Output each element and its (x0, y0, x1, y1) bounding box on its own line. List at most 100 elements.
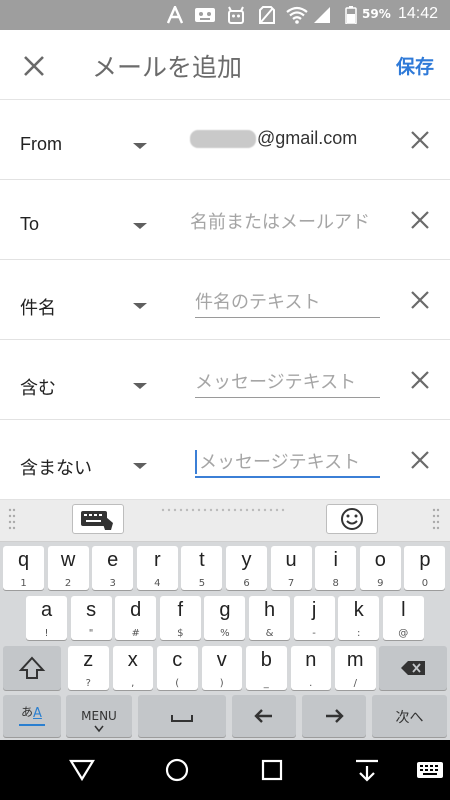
contains-input[interactable]: メッセージテキスト (195, 368, 380, 398)
to-label: To (20, 214, 40, 234)
right-drag-handle-icon[interactable] (432, 506, 440, 536)
key-g[interactable]: g% (204, 596, 246, 640)
key-x[interactable]: x, (112, 646, 153, 690)
key-label: z (83, 649, 94, 671)
shift-key[interactable] (3, 646, 61, 690)
key-s[interactable]: s " (70, 596, 112, 640)
key-sublabel: 3 (109, 578, 116, 589)
not-contains-clear-icon[interactable] (410, 450, 430, 470)
keyboard-icon[interactable] (415, 756, 445, 784)
space-key[interactable] (138, 695, 226, 737)
key-sublabel: 6 (243, 578, 250, 589)
not-contains-input[interactable]: メッセージテキスト (195, 448, 380, 478)
keyboard-handle-dots-icon (161, 508, 285, 512)
key-label: h (263, 599, 276, 621)
from-dropdown-icon[interactable] (131, 141, 149, 151)
menu-key[interactable]: MENU (66, 695, 132, 737)
key-h[interactable]: h & (249, 596, 290, 640)
key-y[interactable]: y6 (226, 546, 267, 590)
page-title: メールを追加 (92, 53, 243, 82)
to-clear-icon[interactable] (410, 210, 430, 230)
key-e[interactable]: e3 (92, 546, 134, 590)
key-l[interactable]: l @ (382, 596, 424, 640)
key-d[interactable]: d # (115, 596, 157, 640)
to-dropdown-icon[interactable] (131, 221, 149, 231)
input-mode-indicator (19, 724, 45, 726)
next-key[interactable]: 次へ (372, 695, 447, 737)
to-row: To 名前またはメールアド (0, 180, 450, 260)
text-cursor (195, 450, 197, 474)
key-sublabel: . (309, 678, 313, 689)
key-sublabel: 9 (377, 578, 384, 589)
robot-icon (194, 6, 216, 24)
key-w[interactable]: w2 (47, 546, 89, 590)
back-icon[interactable] (68, 756, 96, 784)
home-icon[interactable] (163, 756, 191, 784)
input-mode-key[interactable]: あ A (3, 695, 61, 737)
not-contains-dropdown-icon[interactable] (131, 461, 149, 471)
not-contains-label: 含まない (20, 458, 92, 478)
backspace-key[interactable] (379, 646, 447, 690)
key-j[interactable]: j- (293, 596, 335, 640)
menu-arrow-icon (94, 725, 104, 733)
not-contains-placeholder: メッセージテキスト (199, 452, 361, 473)
subject-placeholder: 件名のテキスト (195, 292, 321, 313)
cursor-left-key[interactable] (232, 695, 296, 737)
space-icon (171, 715, 193, 722)
key-u[interactable]: u7 (270, 546, 312, 590)
contains-dropdown-icon[interactable] (131, 381, 149, 391)
key-i[interactable]: i8 (315, 546, 357, 590)
key-label: a (40, 599, 53, 621)
clock: 14:42 (397, 5, 438, 22)
key-v[interactable]: v) (201, 646, 242, 690)
key-b[interactable]: b _ (246, 646, 287, 690)
save-button[interactable]: 保存 (396, 52, 434, 79)
key-f[interactable]: f $ (159, 596, 201, 640)
key-label: m (346, 649, 364, 671)
arrow-right-icon (326, 709, 344, 723)
key-z[interactable]: z? (68, 646, 109, 690)
subject-clear-icon[interactable] (410, 290, 430, 310)
key-k[interactable]: k: (338, 596, 380, 640)
key-sublabel: & (265, 628, 274, 639)
input-mode-kana: あ (21, 705, 34, 719)
key-label: w (60, 549, 76, 571)
to-input[interactable]: 名前またはメールアド (190, 208, 386, 234)
key-label: d (130, 599, 142, 621)
key-p[interactable]: p0 (404, 546, 446, 590)
input-mode-alpha: A (33, 706, 42, 721)
keyboard-gesture-icon (81, 511, 113, 530)
subject-dropdown-icon[interactable] (131, 301, 149, 311)
key-label: x (127, 649, 138, 671)
key-m[interactable]: m / (335, 646, 376, 690)
key-n[interactable]: n. (290, 646, 331, 690)
key-sublabel: 5 (198, 578, 206, 589)
recents-icon[interactable] (258, 756, 286, 784)
key-a[interactable]: a! (26, 596, 67, 640)
key-r[interactable]: r4 (136, 546, 178, 590)
left-drag-handle-icon[interactable] (8, 506, 16, 536)
contains-clear-icon[interactable] (410, 370, 430, 390)
key-t[interactable]: t5 (181, 546, 223, 590)
from-clear-icon[interactable] (410, 130, 430, 150)
battery-icon (344, 6, 358, 24)
key-sublabel: # (131, 628, 140, 639)
key-o[interactable]: o9 (359, 546, 401, 590)
key-q[interactable]: q1 (3, 546, 44, 590)
cursor-right-key[interactable] (302, 695, 366, 737)
from-email-value[interactable]: @gmail.com (190, 128, 357, 149)
close-button[interactable] (20, 52, 48, 80)
wifi-icon (286, 6, 308, 24)
subject-input[interactable]: 件名のテキスト (195, 288, 380, 318)
status-bar: 59% 14:42 (0, 0, 450, 30)
key-sublabel: 8 (332, 578, 339, 589)
key-label: j (311, 599, 317, 621)
emoji-button[interactable] (326, 504, 378, 534)
key-label: g (219, 599, 231, 621)
from-label: From (20, 134, 62, 154)
keyboard-switch-button[interactable] (72, 504, 124, 534)
hide-keyboard-icon[interactable] (353, 756, 381, 784)
key-sublabel: 4 (154, 578, 161, 589)
key-c[interactable]: c( (157, 646, 198, 690)
key-label: q (17, 549, 30, 571)
